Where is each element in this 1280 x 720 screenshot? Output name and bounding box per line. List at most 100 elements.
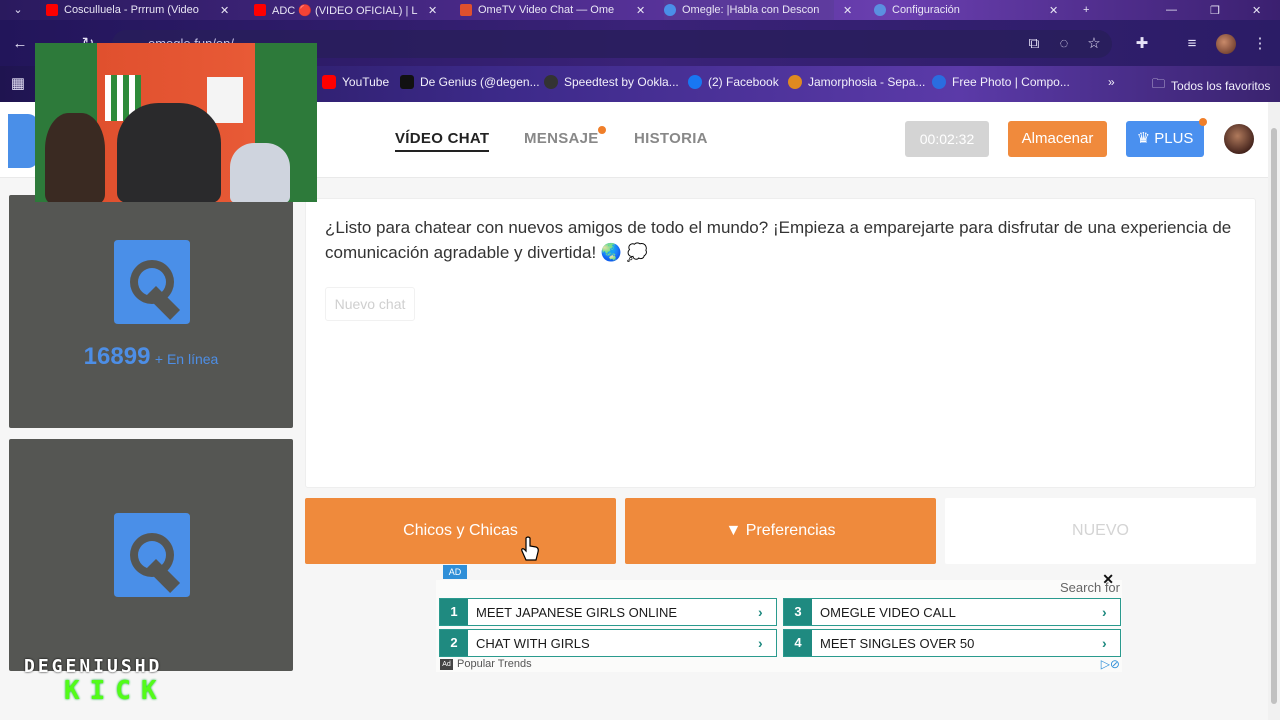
close-icon[interactable]: ✕ (220, 0, 229, 20)
menu-icon[interactable]: ⋮ (1250, 34, 1270, 54)
ad-number: 3 (784, 599, 812, 625)
youtube-icon (322, 75, 336, 89)
ad-number: 1 (440, 599, 468, 625)
new-chat-placeholder: Nuevo chat (325, 287, 415, 321)
profile-avatar-icon[interactable] (1216, 34, 1236, 54)
bookmark-label: YouTube (342, 75, 390, 89)
session-timer: 00:02:32 (905, 121, 989, 157)
scrollbar-thumb[interactable] (1271, 128, 1277, 704)
tab-4-active[interactable]: Omegle: |Habla con Descon (664, 0, 834, 20)
tab-history[interactable]: HISTORIA (634, 130, 708, 147)
online-count: 16899 (83, 343, 151, 370)
self-video (9, 439, 293, 671)
channel-watermark: DEGENIUSHD (24, 656, 163, 677)
plus-notification-dot (1199, 118, 1207, 126)
omegle-icon (664, 4, 676, 16)
tab-5[interactable]: Configuración (874, 0, 1044, 20)
tab-3[interactable]: OmeTV Video Chat — Ome (460, 0, 630, 20)
preferences-button[interactable]: ▼ Preferencias (625, 498, 936, 564)
tab-title: Cosculluela - Prrrum (Video (64, 4, 199, 16)
notification-dot (598, 126, 606, 134)
bookmark-jamorphosia[interactable]: Jamorphosia - Sepa... (788, 75, 925, 89)
jersey-image (207, 77, 243, 123)
install-app-icon[interactable]: ⧉ (1024, 34, 1044, 54)
bookmark-label: Jamorphosia - Sepa... (808, 75, 926, 89)
bookmark-freepik[interactable]: Free Photo | Compo... (932, 75, 1070, 89)
chat-panel: ¿Listo para chatear con nuevos amigos de… (305, 198, 1256, 488)
ad-link-1[interactable]: 1 MEET JAPANESE GIRLS ONLINE › (439, 598, 777, 626)
bookmark-label: Free Photo | Compo... (952, 75, 1070, 89)
person-right (230, 143, 290, 202)
ad-link-text: MEET SINGLES OVER 50 (820, 635, 975, 651)
streamer-webcam-overlay (35, 43, 317, 202)
apps-grid-icon[interactable]: ▦ (8, 74, 28, 94)
kick-logo: KICK (64, 676, 167, 706)
welcome-message: ¿Listo para chatear con nuevos amigos de… (325, 218, 1232, 262)
ad-footer: Ad Popular Trends (440, 658, 532, 670)
ad-link-2[interactable]: 2 CHAT WITH GIRLS › (439, 629, 777, 657)
tab-search-icon[interactable]: ⌄ (8, 0, 28, 20)
eye-off-icon[interactable]: ◌ (1054, 34, 1074, 54)
gender-filter-button[interactable]: Chicos y Chicas (305, 498, 616, 564)
tab-video-chat[interactable]: VÍDEO CHAT (395, 130, 490, 152)
close-window-icon[interactable]: ✕ (1252, 0, 1261, 20)
crown-icon: ♛ (1136, 130, 1151, 147)
all-bookmarks-label: Todos los favoritos (1171, 79, 1271, 93)
star-icon[interactable]: ☆ (1084, 34, 1104, 54)
new-button[interactable]: NUEVO (945, 498, 1256, 564)
ad-mark-icon: Ad (440, 658, 453, 670)
bookmark-speedtest[interactable]: Speedtest by Ookla... (544, 75, 679, 89)
ad-link-text: MEET JAPANESE GIRLS ONLINE (476, 604, 678, 620)
tab-messages[interactable]: MENSAJE (524, 130, 599, 147)
facebook-icon (688, 75, 702, 89)
bookmark-youtube[interactable]: YouTube (322, 75, 389, 89)
page-scrollbar[interactable] (1268, 102, 1280, 720)
ad-link-text: OMEGLE VIDEO CALL (820, 604, 956, 620)
ad-badge: AD (443, 565, 467, 579)
ad-unit: Search for ✕ 1 MEET JAPANESE GIRLS ONLIN… (436, 571, 1122, 672)
freepik-icon (932, 75, 946, 89)
hand-cursor-icon (521, 536, 539, 561)
adchoices-icon[interactable]: ▷⊘ (1101, 657, 1120, 671)
close-icon[interactable]: ✕ (843, 0, 852, 20)
bookmark-facebook[interactable]: (2) Facebook (688, 75, 779, 89)
tab-title: Configuración (892, 4, 960, 16)
filter-icon: ▼ (725, 522, 742, 539)
ad-link-text: CHAT WITH GIRLS (476, 635, 590, 651)
omegle-placeholder-icon (114, 513, 190, 597)
jamorphosia-icon (788, 75, 802, 89)
store-button[interactable]: Almacenar (1008, 121, 1107, 157)
preferences-label: Preferencias (745, 522, 836, 539)
media-icon[interactable]: ≡ (1182, 34, 1202, 54)
online-label: + En línea (154, 351, 219, 367)
omegle-logo[interactable] (8, 114, 38, 168)
close-icon[interactable]: ✕ (428, 0, 437, 20)
plus-button[interactable]: ♛ PLUS (1126, 121, 1204, 157)
bookmark-label: (2) Facebook (708, 75, 779, 89)
extensions-icon[interactable]: ✚ (1132, 34, 1152, 54)
omegle-placeholder-icon (114, 240, 190, 324)
tiktok-icon (400, 75, 414, 89)
close-icon[interactable]: ✕ (1049, 0, 1058, 20)
tab-2[interactable]: ADC 🔴 (VIDEO OFICIAL) | L (254, 0, 424, 20)
browser-tab-bar: ⌄ Cosculluela - Prrrum (Video ✕ ADC 🔴 (V… (0, 0, 1280, 20)
ad-close-icon[interactable]: ✕ (1102, 571, 1114, 588)
close-icon[interactable]: ✕ (636, 0, 645, 20)
user-avatar[interactable] (1222, 122, 1256, 156)
ad-number: 4 (784, 630, 812, 656)
bookmark-tiktok[interactable]: De Genius (@degen... (400, 75, 540, 89)
tab-title: ADC 🔴 (VIDEO OFICIAL) | L (272, 4, 418, 17)
all-bookmarks[interactable]: 🗀 Todos los favoritos (1152, 75, 1270, 97)
back-icon[interactable]: ← (10, 34, 30, 54)
ad-link-4[interactable]: 4 MEET SINGLES OVER 50 › (783, 629, 1121, 657)
ad-link-3[interactable]: 3 OMEGLE VIDEO CALL › (783, 598, 1121, 626)
tab-1[interactable]: Cosculluela - Prrrum (Video (46, 0, 236, 20)
new-tab-icon[interactable]: + (1083, 0, 1089, 20)
minimize-icon[interactable]: — (1166, 0, 1177, 20)
restore-icon[interactable]: ❐ (1210, 0, 1220, 20)
tab-title: Omegle: |Habla con Descon (682, 4, 820, 16)
chevron-right-icon: › (758, 604, 763, 620)
youtube-icon (46, 4, 58, 16)
person-left (45, 113, 105, 202)
more-bookmarks-icon[interactable]: » (1108, 75, 1115, 89)
